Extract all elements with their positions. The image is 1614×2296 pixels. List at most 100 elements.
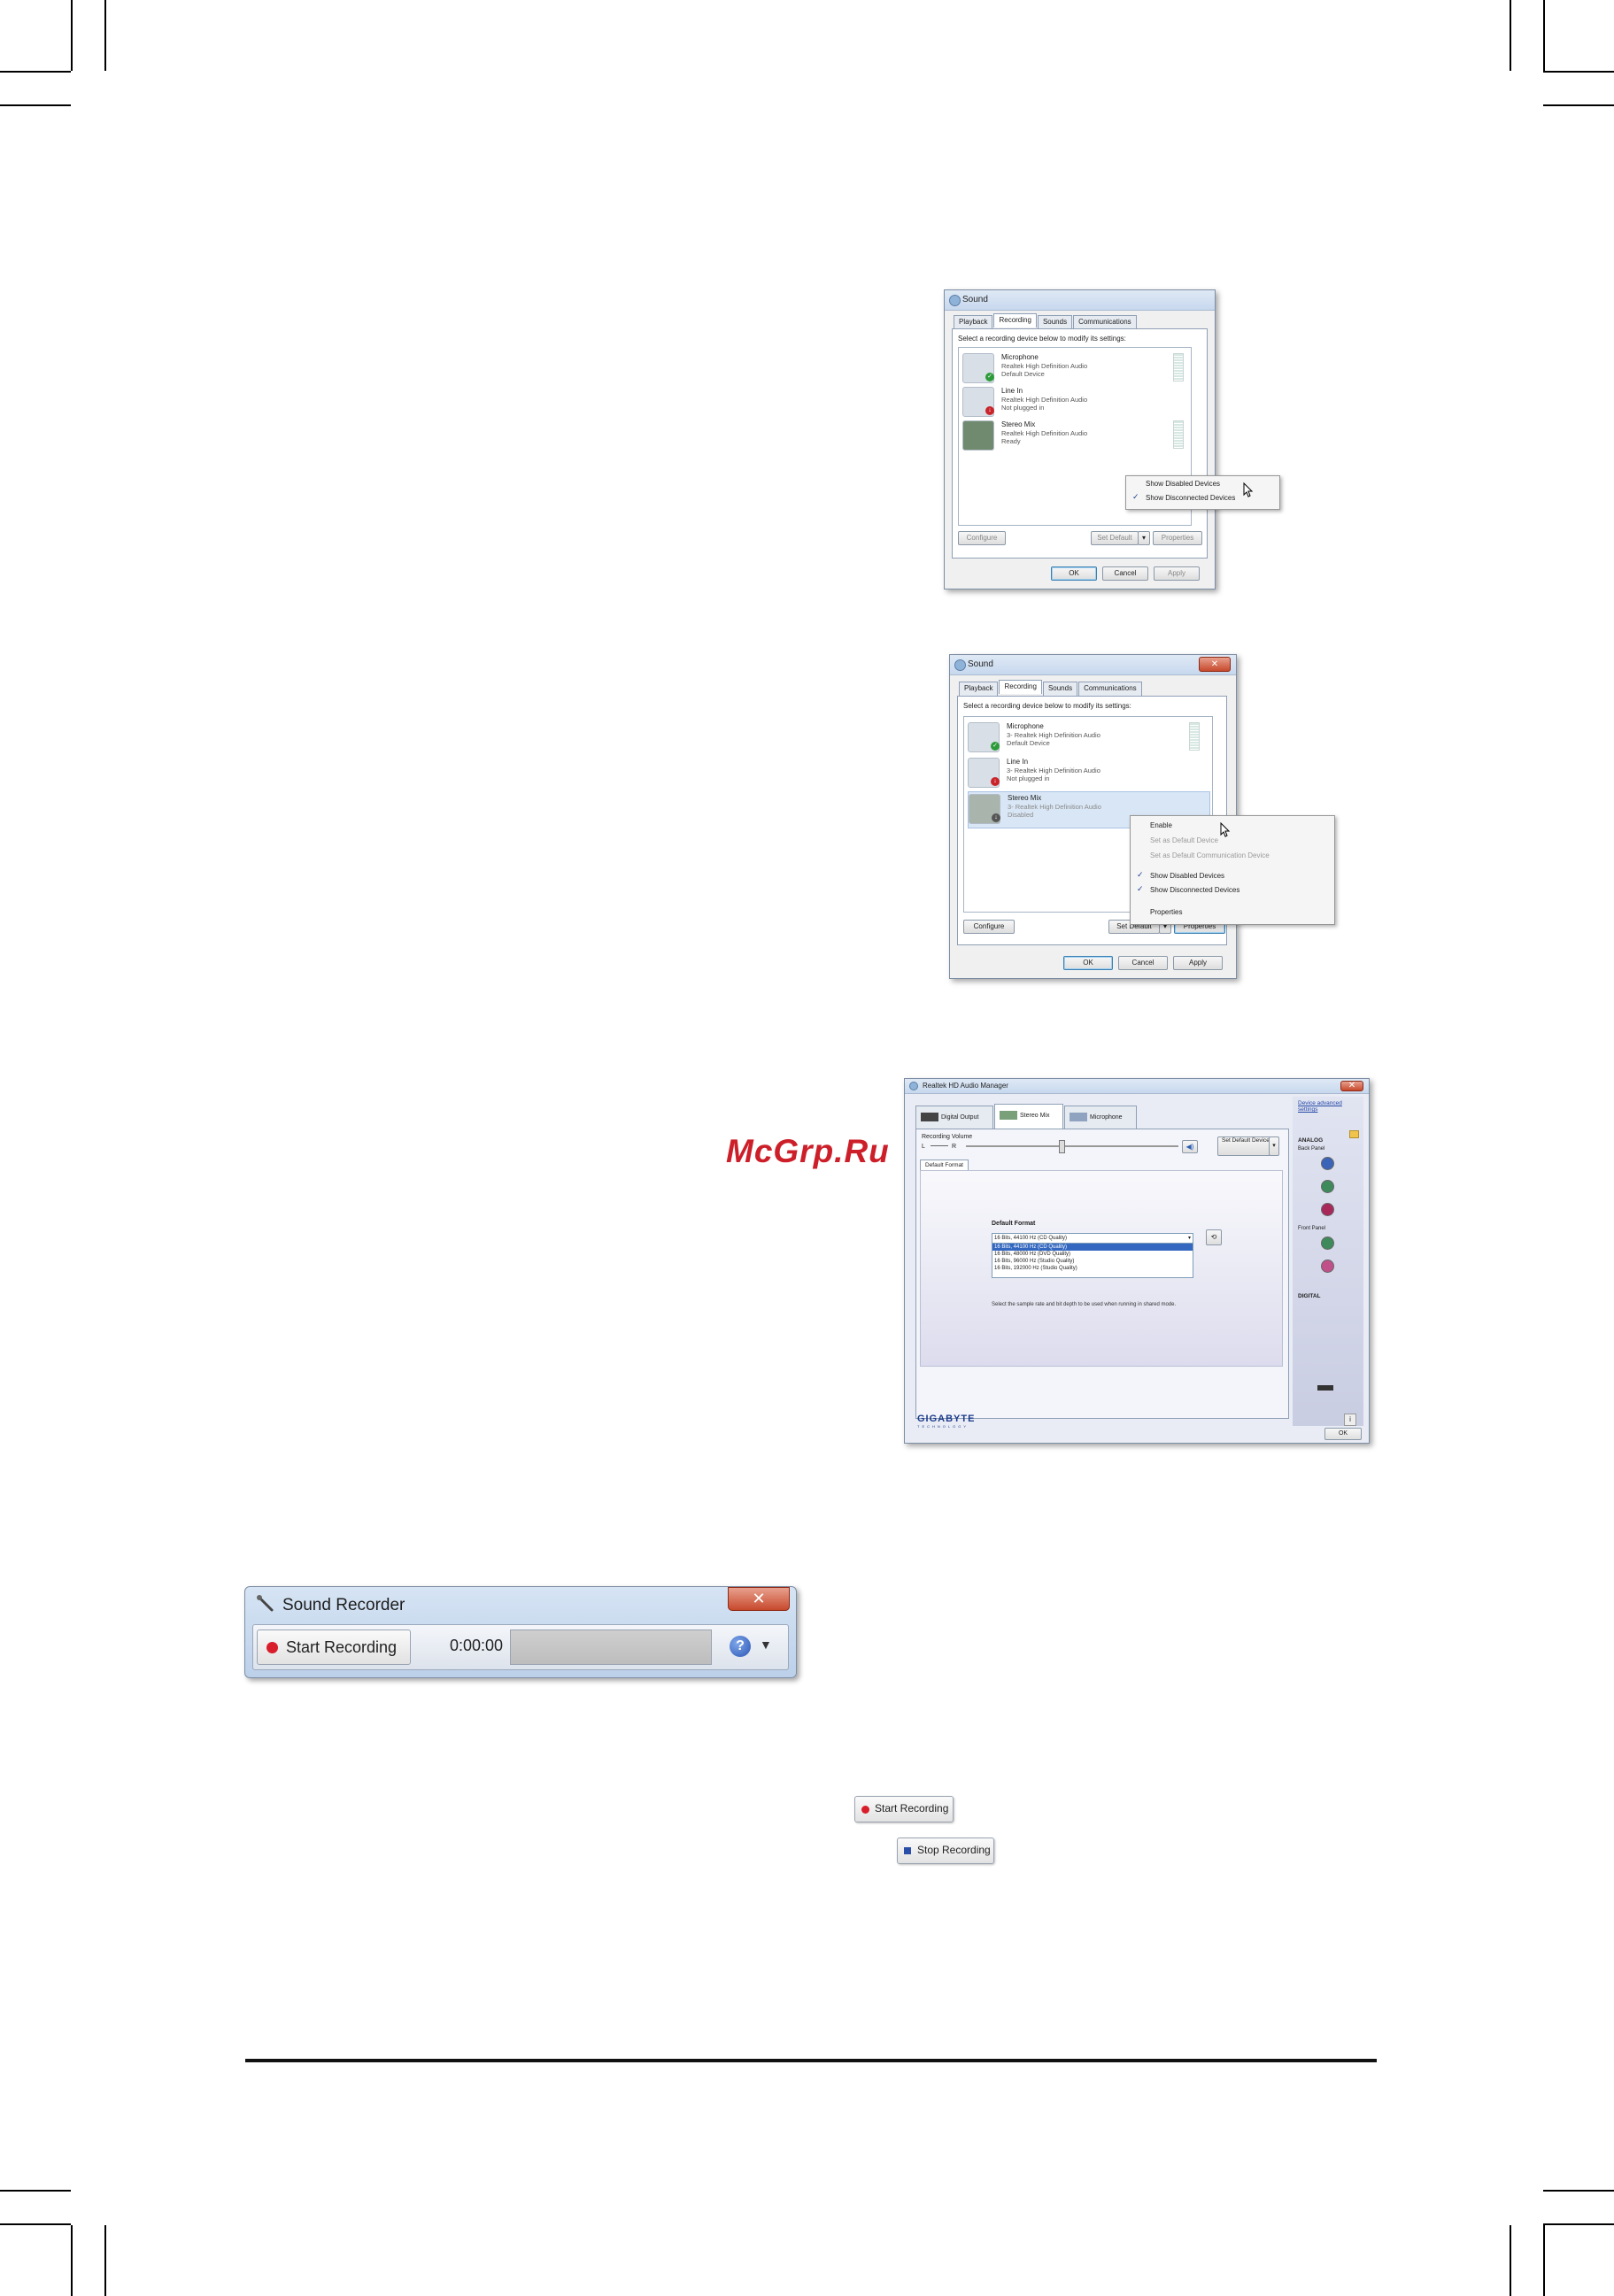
checkmark-icon: ✓ bbox=[1137, 870, 1144, 879]
format-option[interactable]: 16 Bits, 192000 Hz (Studio Quality) bbox=[992, 1265, 1193, 1272]
format-option[interactable]: 16 Bits, 44100 Hz (CD Quality) bbox=[992, 1244, 1193, 1251]
crop-mark bbox=[1543, 0, 1545, 71]
menu-item-show-disconnected[interactable]: Show Disconnected Devices bbox=[1146, 494, 1235, 502]
down-arrow-badge-icon: ↓ bbox=[991, 777, 1000, 786]
device-stereo-mix[interactable]: Stereo Mix Realtek High Definition Audio… bbox=[962, 419, 1193, 454]
back-panel-label: Back Panel bbox=[1298, 1146, 1325, 1152]
crop-mark bbox=[1543, 71, 1614, 73]
jack-front-2-icon[interactable] bbox=[1321, 1260, 1334, 1273]
menu-item-properties[interactable]: Properties bbox=[1150, 908, 1182, 916]
footer-rule bbox=[245, 2059, 1377, 2062]
device-line-in[interactable]: ↓ Line In Realtek High Definition Audio … bbox=[962, 385, 1193, 420]
jack-front-1-icon[interactable] bbox=[1321, 1237, 1334, 1250]
recording-progress-bar bbox=[510, 1630, 712, 1665]
record-dot-icon bbox=[861, 1806, 869, 1814]
device-status: Default Device bbox=[1001, 370, 1045, 378]
chevron-down-icon[interactable]: ▼ bbox=[760, 1637, 772, 1652]
ok-button[interactable]: OK bbox=[1051, 566, 1097, 581]
mute-speaker-icon[interactable]: ◀) bbox=[1182, 1140, 1198, 1153]
format-option[interactable]: 16 Bits, 96000 Hz (Studio Quality) bbox=[992, 1258, 1193, 1265]
crop-mark bbox=[104, 0, 106, 71]
crop-mark bbox=[1510, 0, 1511, 71]
tab-panel: Select a recording device below to modif… bbox=[952, 328, 1208, 559]
jack-back-2-icon[interactable] bbox=[1321, 1180, 1334, 1193]
folder-icon[interactable] bbox=[1349, 1130, 1359, 1138]
properties-button[interactable]: Properties bbox=[1153, 531, 1202, 545]
cancel-button[interactable]: Cancel bbox=[1102, 566, 1148, 581]
menu-item-show-disabled[interactable]: Show Disabled Devices bbox=[1150, 872, 1224, 880]
tab-stereo-mix[interactable]: Stereo Mix bbox=[994, 1104, 1063, 1131]
ok-button[interactable]: OK bbox=[1324, 1428, 1362, 1440]
speaker-icon bbox=[954, 659, 966, 671]
reset-format-icon[interactable]: ⟲ bbox=[1206, 1229, 1222, 1245]
context-menu-1: Show Disabled Devices ✓ Show Disconnecte… bbox=[1125, 475, 1280, 510]
instruction-text: Select a recording device below to modif… bbox=[963, 702, 1131, 710]
tab-sounds[interactable]: Sounds bbox=[1042, 682, 1078, 696]
menu-item-enable[interactable]: Enable bbox=[1150, 821, 1172, 829]
set-default-dropdown-icon[interactable]: ▾ bbox=[1138, 531, 1150, 545]
right-channel-label: R bbox=[952, 1144, 957, 1150]
set-default-device-button[interactable]: Set Default Device bbox=[1217, 1136, 1270, 1156]
tab-microphone[interactable]: Microphone bbox=[1064, 1106, 1137, 1129]
format-description: Select the sample rate and bit depth to … bbox=[992, 1302, 1177, 1307]
stereo-mix-icon bbox=[962, 420, 994, 451]
left-channel-label: L bbox=[922, 1144, 925, 1150]
volume-slider-track[interactable] bbox=[966, 1145, 1178, 1147]
ok-button[interactable]: OK bbox=[1063, 956, 1113, 970]
volume-slider-thumb[interactable] bbox=[1059, 1140, 1065, 1153]
tab-playback[interactable]: Playback bbox=[959, 682, 999, 696]
checkmark-icon: ✓ bbox=[1137, 884, 1144, 893]
check-badge-icon: ✓ bbox=[985, 373, 994, 381]
tab-digital-output[interactable]: Digital Output bbox=[915, 1106, 993, 1129]
tab-recording[interactable]: Recording bbox=[993, 313, 1037, 327]
device-driver: Realtek High Definition Audio bbox=[1001, 396, 1088, 404]
crop-mark bbox=[1543, 104, 1614, 106]
set-default-dropdown-icon[interactable]: ▾ bbox=[1269, 1136, 1279, 1156]
device-microphone[interactable]: ✓ Microphone 3- Realtek High Definition … bbox=[968, 720, 1209, 756]
info-icon[interactable]: i bbox=[1344, 1414, 1356, 1426]
balance-slider[interactable] bbox=[931, 1145, 948, 1146]
close-icon[interactable]: ✕ bbox=[1340, 1081, 1363, 1091]
jack-back-1-icon[interactable] bbox=[1321, 1157, 1334, 1170]
device-panel: Recording Volume L R ◀) Set Default Devi… bbox=[915, 1129, 1289, 1419]
apply-button[interactable]: Apply bbox=[1173, 956, 1223, 970]
device-driver: Realtek High Definition Audio bbox=[1001, 429, 1088, 437]
menu-item-show-disabled[interactable]: Show Disabled Devices bbox=[1146, 480, 1220, 488]
title-bar: Sound bbox=[945, 290, 1215, 311]
tab-playback[interactable]: Playback bbox=[954, 315, 993, 329]
configure-button[interactable]: Configure bbox=[963, 920, 1015, 934]
advanced-settings-link[interactable]: Device advanced settings bbox=[1298, 1100, 1355, 1113]
recording-volume-label: Recording Volume bbox=[922, 1134, 973, 1140]
format-option[interactable]: 16 Bits, 48000 Hz (DVD Quality) bbox=[992, 1251, 1193, 1258]
apply-button[interactable]: Apply bbox=[1154, 566, 1200, 581]
close-icon[interactable]: ✕ bbox=[728, 1587, 790, 1611]
tab-recording[interactable]: Recording bbox=[999, 680, 1042, 694]
device-microphone[interactable]: ✓ Microphone Realtek High Definition Aud… bbox=[962, 351, 1193, 387]
device-status: Disabled bbox=[1008, 811, 1034, 819]
menu-item-set-default[interactable]: Set as Default Device bbox=[1150, 836, 1218, 844]
tab-communications[interactable]: Communications bbox=[1078, 682, 1142, 696]
crop-mark bbox=[0, 71, 71, 73]
menu-item-set-default-communication[interactable]: Set as Default Communication Device bbox=[1150, 851, 1270, 859]
menu-item-show-disconnected[interactable]: Show Disconnected Devices bbox=[1150, 886, 1239, 894]
front-panel-label: Front Panel bbox=[1298, 1226, 1326, 1231]
check-badge-icon: ✓ bbox=[991, 742, 1000, 751]
stop-recording-button-small[interactable]: Stop Recording bbox=[897, 1838, 994, 1864]
start-recording-button-small[interactable]: Start Recording bbox=[854, 1796, 954, 1822]
realtek-audio-manager: Realtek HD Audio Manager ✕ Digital Outpu… bbox=[904, 1078, 1370, 1444]
tab-sounds[interactable]: Sounds bbox=[1037, 315, 1073, 329]
device-name: Microphone bbox=[1007, 722, 1044, 730]
tab-communications[interactable]: Communications bbox=[1073, 315, 1137, 329]
jack-back-3-icon[interactable] bbox=[1321, 1203, 1334, 1216]
disabled-badge-icon: ↓ bbox=[992, 813, 1000, 822]
checkmark-icon: ✓ bbox=[1132, 492, 1139, 501]
window-title: Sound Recorder bbox=[282, 1596, 405, 1614]
help-icon[interactable]: ? bbox=[730, 1636, 751, 1657]
cancel-button[interactable]: Cancel bbox=[1118, 956, 1168, 970]
start-recording-button[interactable]: Start Recording bbox=[257, 1630, 411, 1665]
format-pane: Default Format 16 Bits, 44100 Hz (CD Qua… bbox=[920, 1170, 1283, 1367]
close-icon[interactable]: ✕ bbox=[1199, 657, 1231, 672]
set-default-button[interactable]: Set Default bbox=[1091, 531, 1139, 545]
device-line-in[interactable]: ↓ Line In 3- Realtek High Definition Aud… bbox=[968, 756, 1209, 791]
configure-button[interactable]: Configure bbox=[958, 531, 1006, 545]
